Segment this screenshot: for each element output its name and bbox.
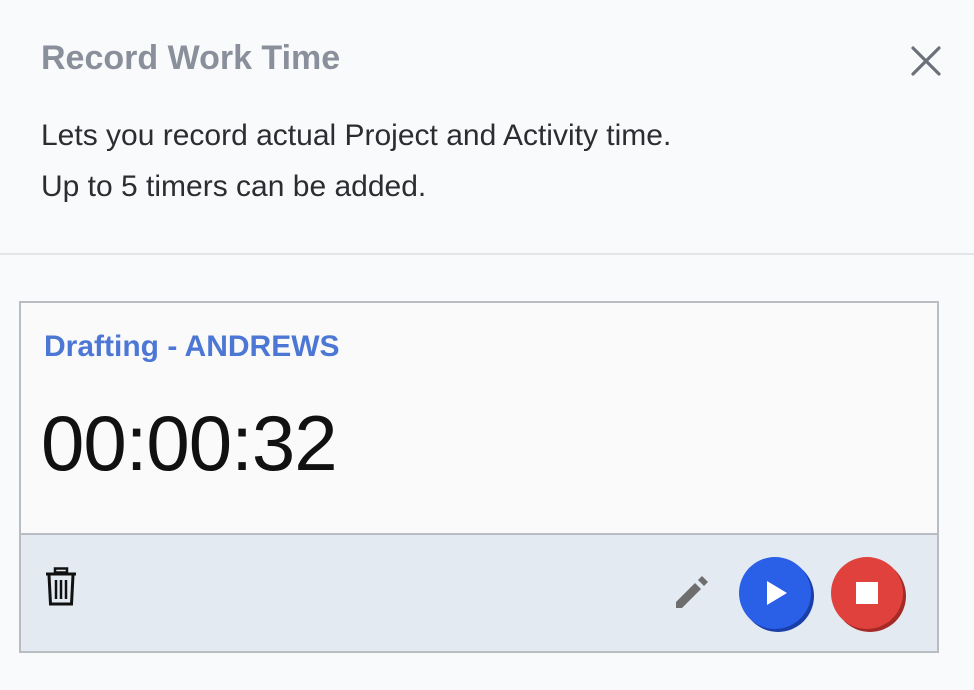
close-button[interactable] (905, 42, 947, 80)
timer-elapsed: 00:00:32 (41, 399, 338, 487)
play-button[interactable] (739, 557, 811, 629)
stop-icon (856, 582, 878, 604)
play-icon (767, 581, 787, 605)
trash-icon (46, 567, 76, 606)
timer-card: Drafting - ANDREWS 00:00:32 (19, 301, 939, 653)
dialog-header: Record Work Time Lets you record actual … (0, 0, 974, 255)
description-line-2: Up to 5 timers can be added. (41, 170, 427, 203)
timer-label: Drafting - ANDREWS (44, 330, 340, 363)
dialog-title: Record Work Time (41, 39, 341, 77)
pencil-icon (676, 576, 708, 608)
stop-button[interactable] (831, 557, 903, 629)
close-icon (911, 46, 941, 76)
description-line-1: Lets you record actual Project and Activ… (41, 119, 672, 152)
delete-timer-button[interactable] (43, 567, 79, 607)
edit-timer-button[interactable] (671, 571, 713, 613)
dialog-description: Lets you record actual Project and Activ… (41, 110, 671, 212)
timer-actions-bar (21, 533, 937, 651)
